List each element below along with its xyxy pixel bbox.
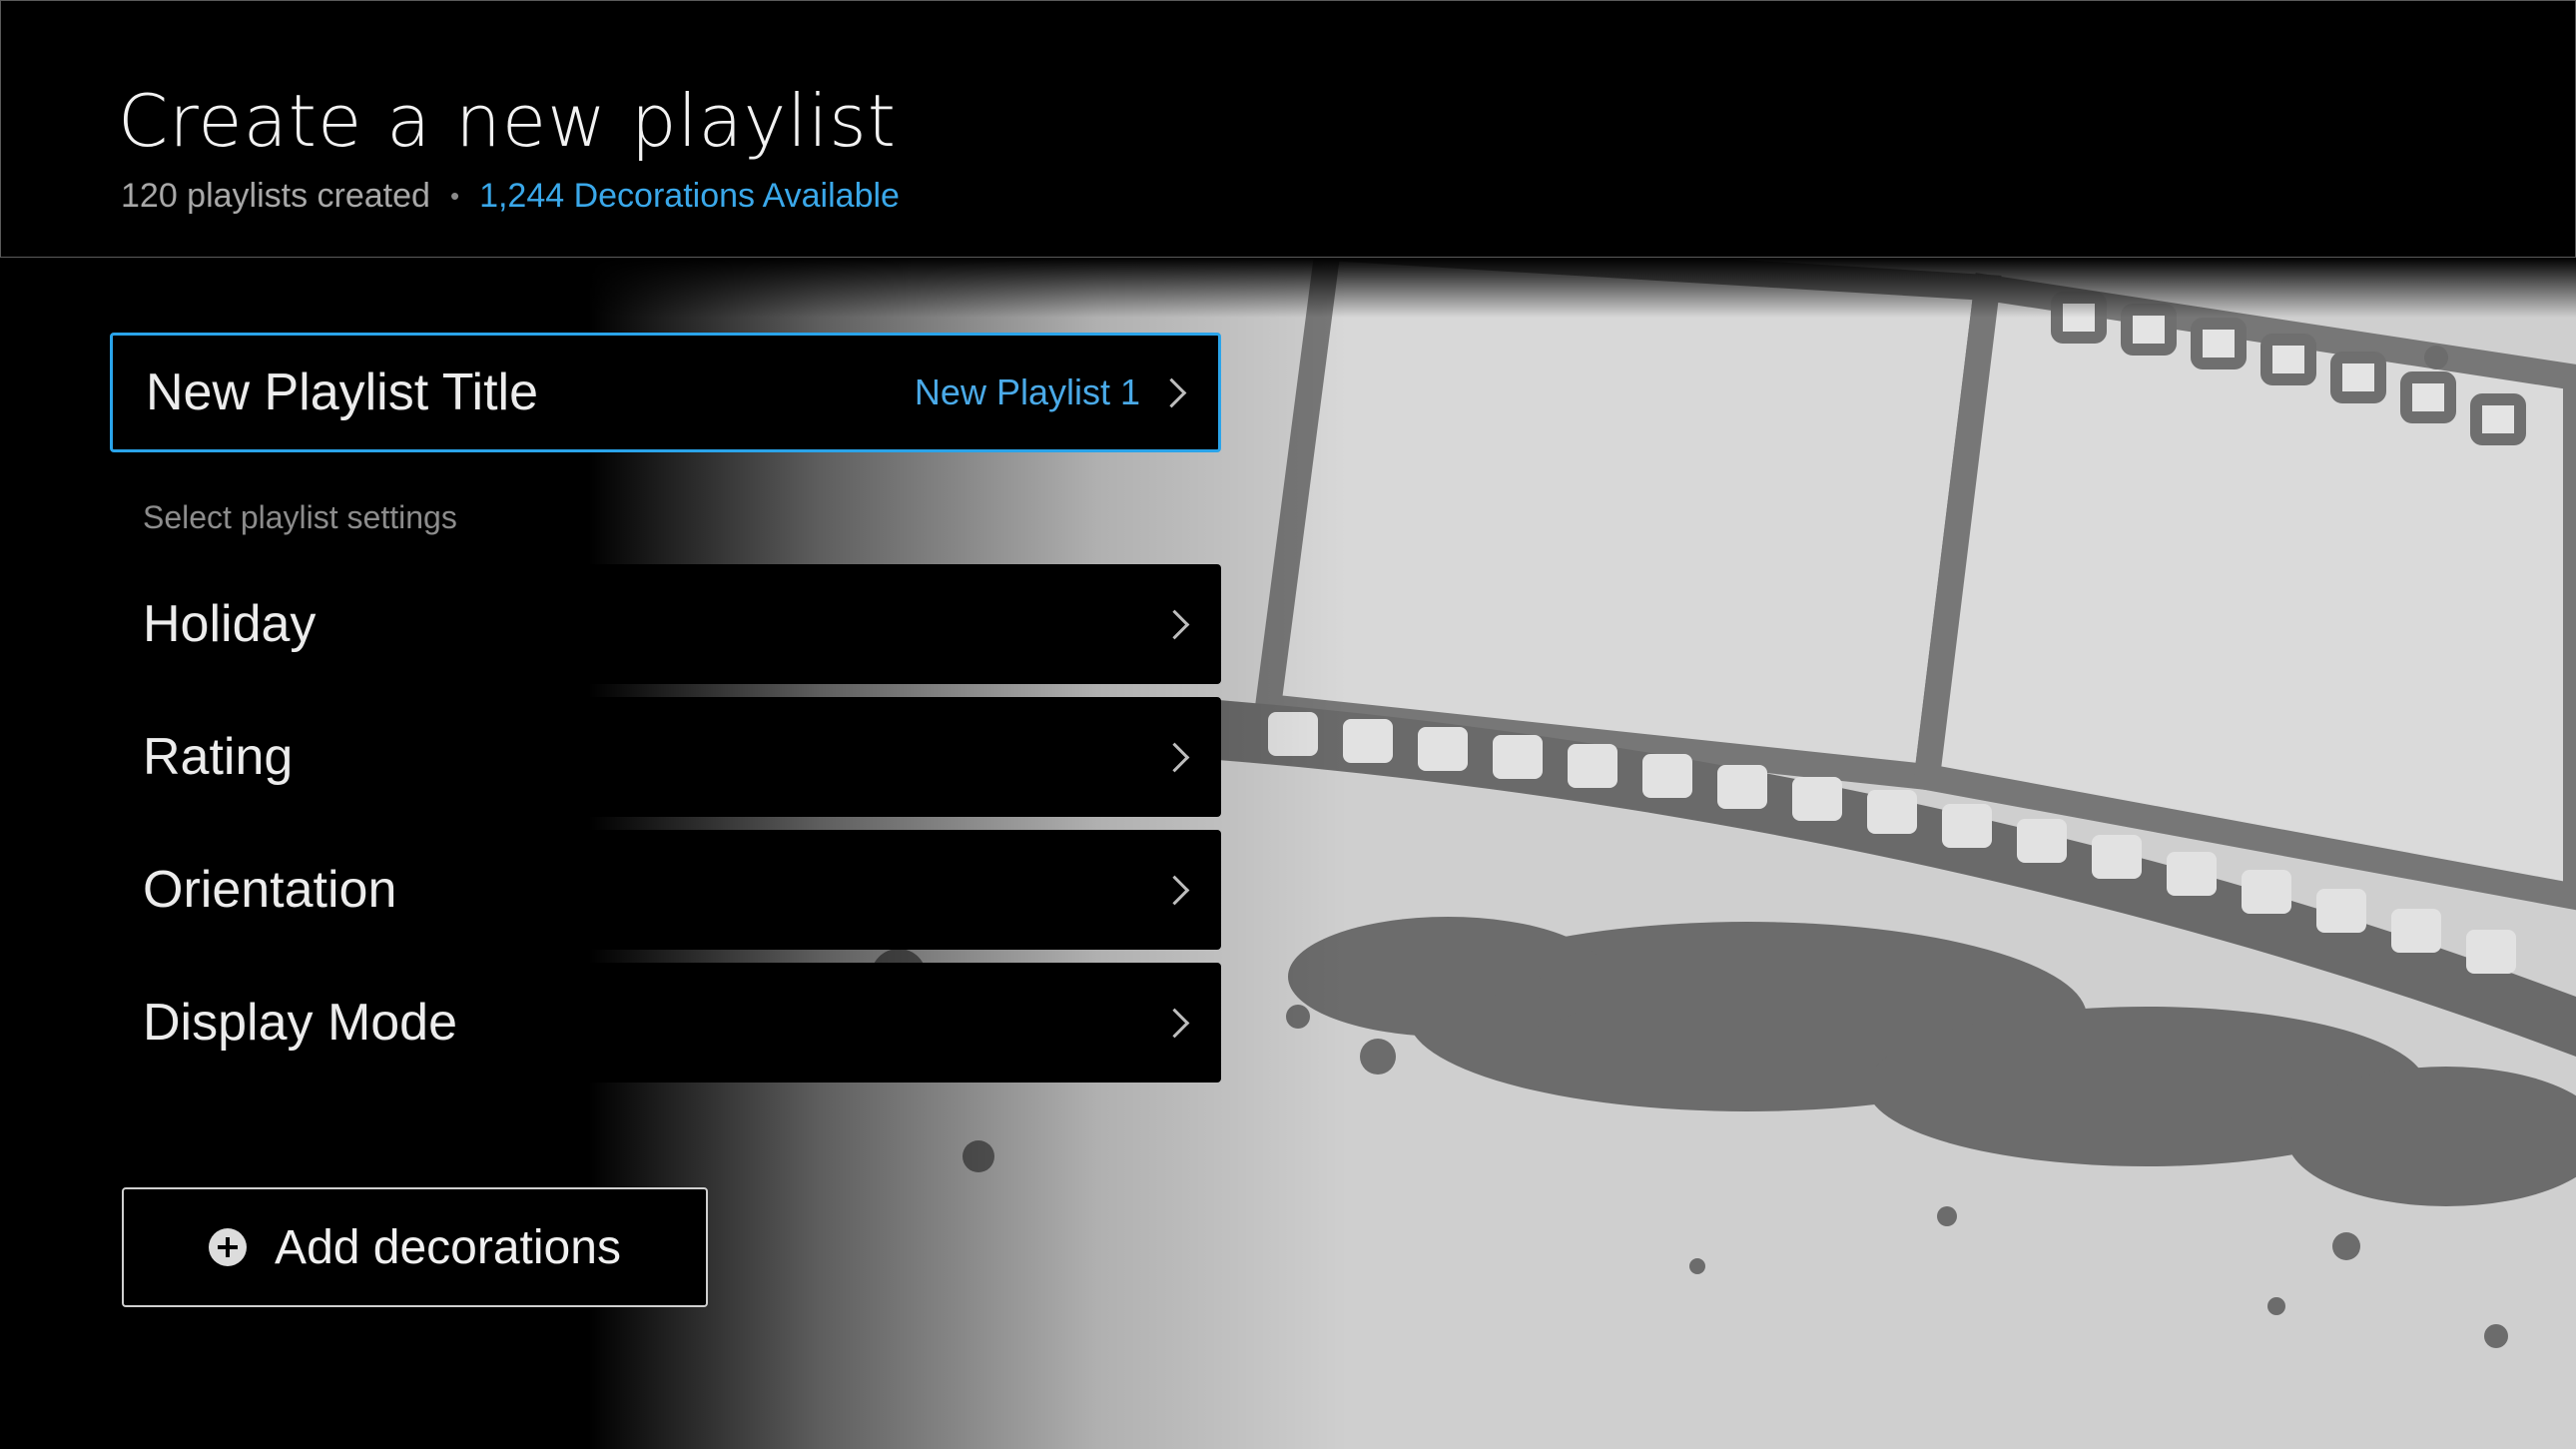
setting-label: Display Mode [143, 994, 458, 1052]
header-subtitle: 120 playlists created • 1,244 Decoration… [121, 177, 900, 216]
page-title: Create a new playlist [118, 79, 898, 163]
chevron-right-icon [1159, 742, 1190, 772]
plus-circle-icon [209, 1228, 248, 1266]
setting-row-display-mode[interactable]: Display Mode [110, 963, 1221, 1083]
setting-label: Holiday [143, 595, 317, 653]
setting-row-orientation[interactable]: Orientation [110, 830, 1221, 950]
playlist-count: 120 playlists created [121, 177, 430, 215]
playlist-title-row[interactable]: New Playlist Title New Playlist 1 [110, 333, 1221, 452]
header-bar: Create a new playlist 120 playlists crea… [0, 0, 2576, 258]
setting-label: Rating [143, 728, 294, 786]
playlist-title-value: New Playlist 1 [914, 371, 1140, 412]
add-decorations-button[interactable]: Add decorations [122, 1187, 708, 1307]
settings-section-label: Select playlist settings [143, 499, 457, 535]
add-decorations-label: Add decorations [275, 1220, 621, 1274]
separator-dot: • [449, 181, 460, 211]
chevron-right-icon [1159, 1008, 1190, 1038]
chevron-right-icon [1159, 609, 1190, 639]
decorations-available: 1,244 Decorations Available [479, 177, 900, 215]
chevron-right-icon [1156, 377, 1187, 407]
setting-label: Orientation [143, 861, 397, 919]
setting-row-rating[interactable]: Rating [110, 697, 1221, 817]
setting-row-holiday[interactable]: Holiday [110, 564, 1221, 684]
playlist-title-label: New Playlist Title [146, 363, 538, 421]
chevron-right-icon [1159, 875, 1190, 905]
